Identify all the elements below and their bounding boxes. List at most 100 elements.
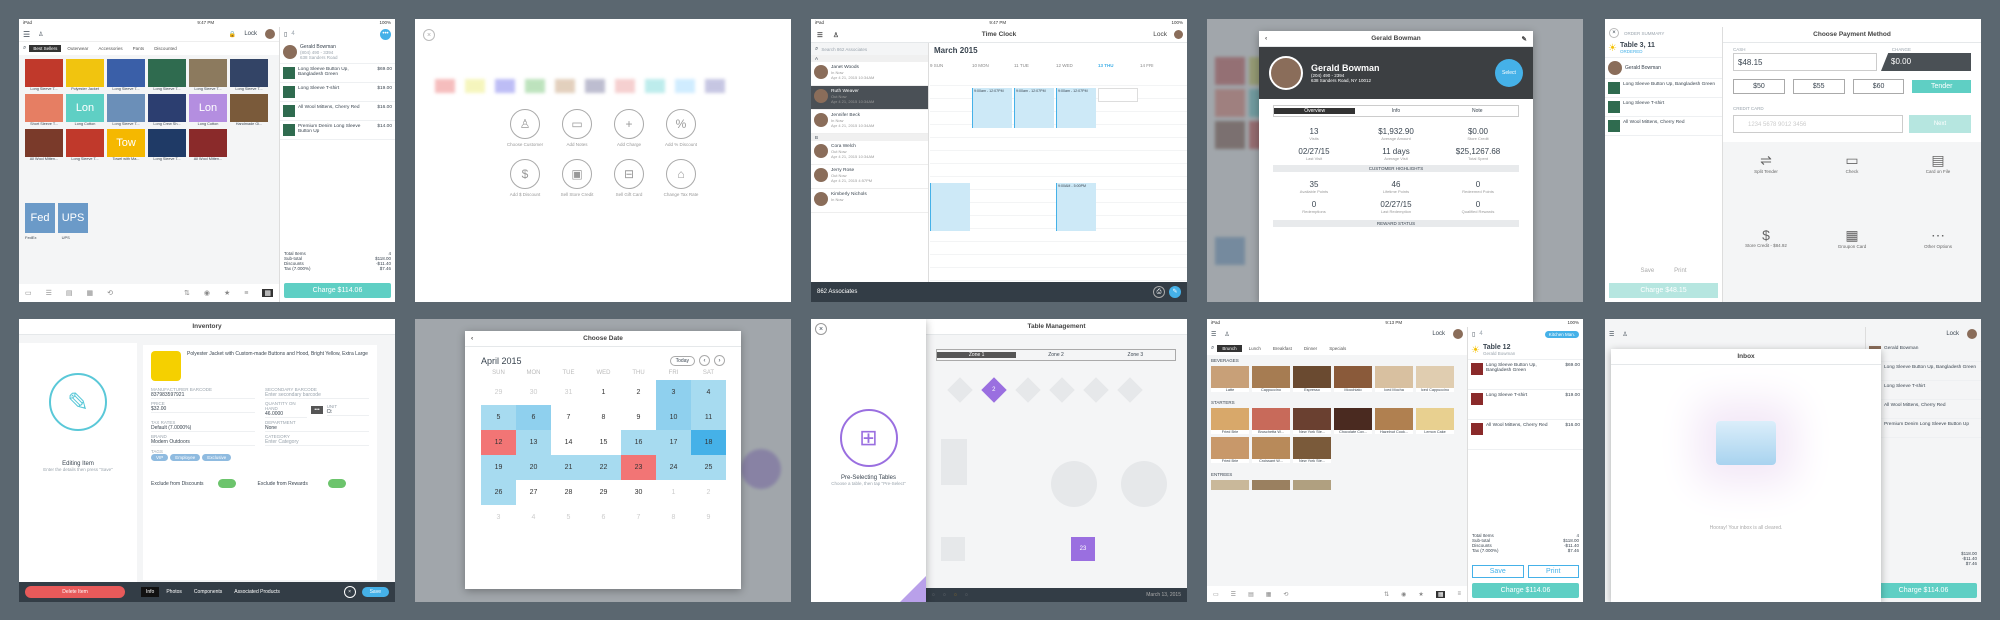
tab-3[interactable]: Associated Products xyxy=(229,587,285,597)
lock-label[interactable]: Lock xyxy=(244,31,257,37)
customer-icon[interactable]: ♙ xyxy=(833,31,839,39)
calendar-day[interactable]: 1 xyxy=(586,380,621,405)
print-icon[interactable]: ⎙ xyxy=(1153,286,1165,298)
table-square[interactable] xyxy=(941,537,965,561)
search-icon[interactable]: ⌕ xyxy=(23,45,26,52)
grid-view-icon[interactable]: ▦ xyxy=(262,289,273,297)
action-6[interactable]: ⊟ Sell Gift Card xyxy=(603,159,655,197)
charge-button[interactable]: Charge $48.15 xyxy=(1609,283,1718,298)
kitchen-button[interactable]: Kitchen Man. xyxy=(1544,330,1579,338)
menu-item[interactable]: Latte xyxy=(1211,366,1249,392)
lock-icon[interactable]: 🔒 xyxy=(229,31,236,38)
calendar-day[interactable]: 22 xyxy=(586,455,621,480)
save-button[interactable]: Save xyxy=(1472,565,1524,578)
calendar-day[interactable]: 9 xyxy=(691,505,726,530)
tab-info[interactable]: Info xyxy=(1355,108,1436,114)
order-line[interactable]: Long Sleeve T-shirt $19.00 xyxy=(280,83,395,102)
lock-label[interactable]: Lock xyxy=(1153,31,1167,38)
tab-0[interactable]: Info xyxy=(141,587,160,597)
order-line[interactable]: All Wool Mittens, Cherry Red xyxy=(1866,400,1981,419)
print-button[interactable]: Print xyxy=(1674,268,1686,274)
action-0[interactable]: ♙ Choose Customer xyxy=(499,109,551,147)
reports-icon[interactable]: ▤ xyxy=(1248,591,1254,598)
calendar-day[interactable]: 10 xyxy=(656,405,691,430)
product-tile[interactable]: Long Sleeve T... xyxy=(189,59,227,91)
camera-icon[interactable]: ◉ xyxy=(204,289,210,297)
search-icon[interactable]: ⌕ xyxy=(1211,345,1214,352)
day-column[interactable]: 14 FRI xyxy=(1140,63,1182,68)
menu-icon[interactable]: ☰ xyxy=(23,30,30,39)
ups-tile[interactable]: UPS xyxy=(58,203,88,233)
calendar-day[interactable]: 17 xyxy=(656,430,691,455)
camera-icon[interactable]: ◉ xyxy=(1401,591,1406,598)
quick-cash-button[interactable]: $55 xyxy=(1792,79,1845,94)
calendar-day[interactable]: 26 xyxy=(481,480,516,505)
calendar-day[interactable]: 4 xyxy=(516,505,551,530)
category-tab[interactable]: Outerwear xyxy=(63,45,92,52)
quantity-input[interactable]: 46.0000 xyxy=(265,411,308,418)
calendar-day[interactable]: 29 xyxy=(481,380,516,405)
close-icon[interactable]: × xyxy=(423,29,435,41)
calendar-day[interactable]: 13 xyxy=(516,430,551,455)
product-tile[interactable]: Long Sleeve T... xyxy=(107,94,145,126)
register-icon[interactable]: ▭ xyxy=(1213,591,1219,598)
calendar-day[interactable]: 23 xyxy=(621,455,656,480)
menu-item[interactable]: Lemon Cake xyxy=(1416,408,1454,434)
menu-tab[interactable]: Specials xyxy=(1324,345,1351,352)
barcode-input[interactable]: 837983597921 xyxy=(151,392,255,399)
edit-icon[interactable]: ✎ xyxy=(1169,286,1181,298)
quick-cash-button[interactable]: $50 xyxy=(1733,79,1785,94)
today-button[interactable]: Today xyxy=(669,355,695,366)
receipt-icon[interactable]: ▯ xyxy=(1472,331,1475,338)
product-tile[interactable]: Lon Long Cotton xyxy=(66,94,104,126)
customer-icon[interactable]: ♙ xyxy=(1622,331,1627,338)
menu-item[interactable]: Fried Brie xyxy=(1211,408,1249,434)
order-line[interactable]: All Wool Mittens, Cherry Red xyxy=(1605,117,1722,136)
table-rect[interactable] xyxy=(941,439,967,485)
sort-icon[interactable]: ⇅ xyxy=(184,289,190,297)
tag-pill[interactable]: VIP xyxy=(151,454,169,461)
charge-button[interactable]: Charge $114.06 xyxy=(284,283,391,298)
inventory-icon[interactable]: ▦ xyxy=(87,289,94,297)
calendar-day[interactable]: 4 xyxy=(691,380,726,405)
menu-icon[interactable]: ☰ xyxy=(1609,331,1614,338)
receipt-icon[interactable]: ▯ xyxy=(284,31,287,38)
zone-control[interactable]: ◌ xyxy=(943,592,946,598)
table-diamond[interactable] xyxy=(1083,377,1109,403)
secondary-barcode-input[interactable]: Enter secondary barcode xyxy=(265,392,369,399)
quick-cash-button[interactable]: $60 xyxy=(1852,79,1905,94)
menu-item[interactable]: Hazelnut Cook... xyxy=(1375,408,1413,434)
shift-block[interactable]: 9:00am - 12:07PM xyxy=(1014,88,1054,128)
calendar-day[interactable]: 16 xyxy=(621,430,656,455)
calendar-day[interactable]: 6 xyxy=(516,405,551,430)
day-column[interactable]: 9 SUN xyxy=(930,63,972,68)
order-line[interactable]: Long Sleeve Button Up, Bangladesh Green $… xyxy=(1468,360,1583,390)
calendar-day[interactable]: 7 xyxy=(551,405,586,430)
order-line[interactable]: Long Sleeve T-shirt $19.00 xyxy=(1468,390,1583,420)
next-button[interactable]: Next xyxy=(1909,115,1971,133)
shift-block[interactable]: 9:00AM - 5:00PM xyxy=(1056,183,1096,231)
search-input[interactable]: Search 862 Associates xyxy=(821,47,867,52)
calendar-day[interactable]: 15 xyxy=(586,430,621,455)
avatar[interactable] xyxy=(1174,30,1183,39)
charge-button[interactable]: Charge $114.06 xyxy=(1870,583,1977,598)
product-tile[interactable]: All Wool Mitten... xyxy=(25,129,63,161)
day-column[interactable]: 13 THU xyxy=(1098,63,1140,68)
order-line[interactable]: All Wool Mittens, Cherry Red $16.00 xyxy=(280,102,395,121)
menu-tab[interactable]: Breakfast xyxy=(1268,345,1297,352)
exclude-discounts-toggle[interactable] xyxy=(217,479,236,488)
day-column[interactable]: 11 TUE xyxy=(1014,63,1056,68)
associate-row[interactable]: Cora Welch Out Now Apr 4 21, 2015 10:34AM xyxy=(811,141,928,165)
calendar-day[interactable]: 8 xyxy=(656,505,691,530)
tag-pill[interactable]: Employee xyxy=(170,454,201,461)
calendar-day[interactable]: 19 xyxy=(481,455,516,480)
select-button[interactable]: Select xyxy=(1495,59,1523,87)
menu-item[interactable]: Chocolate Cov... xyxy=(1334,408,1372,434)
shift-block[interactable]: 9:00am - 12:07PM xyxy=(972,88,1012,128)
calendar-day[interactable]: 30 xyxy=(621,480,656,505)
order-line[interactable]: Gerald Bowman xyxy=(1866,343,1981,362)
menu-item[interactable]: Fried Brie xyxy=(1211,437,1249,463)
payment-method[interactable]: ⇌ Split Tender xyxy=(1723,152,1809,227)
menu-item[interactable]: Iced Mocha xyxy=(1375,366,1413,392)
associate-row[interactable]: Jennifer Beck In Now Apr 4 21, 2015 10:34A… xyxy=(811,110,928,134)
